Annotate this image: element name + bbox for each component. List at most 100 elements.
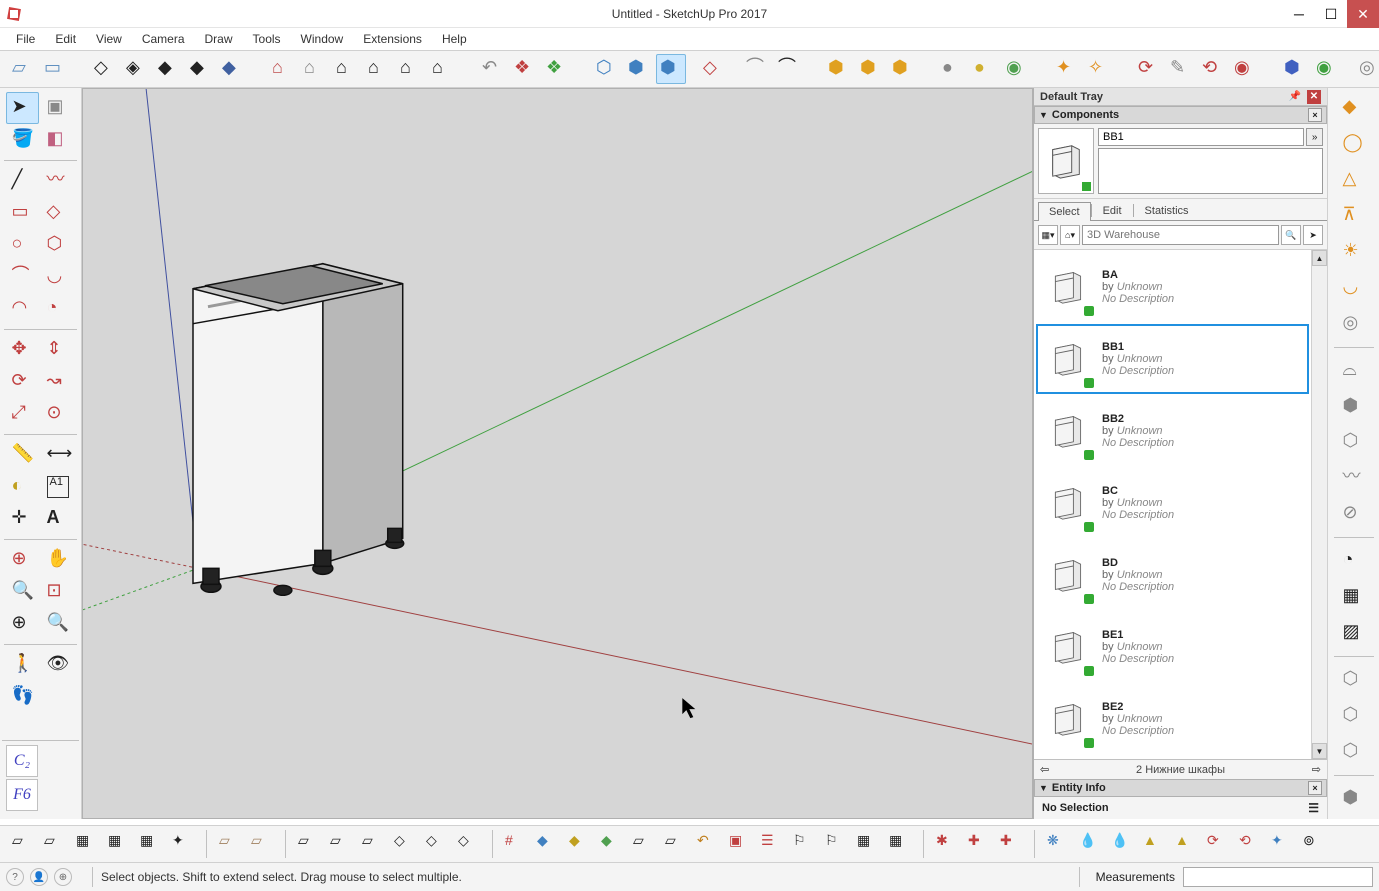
rectangle-tool-icon[interactable]: ▭ [6, 197, 39, 229]
bt-22-icon[interactable]: ▣ [725, 829, 755, 859]
bt-34-icon[interactable]: ▲ [1139, 829, 1169, 859]
bt-9-icon[interactable]: ▱ [294, 829, 324, 859]
bt-4-icon[interactable]: ▦ [104, 829, 134, 859]
circle-green-icon[interactable]: ◉ [1312, 54, 1342, 84]
arc-black-icon[interactable]: ⌒ [774, 54, 804, 84]
arc-tool-icon[interactable]: ⌒ [6, 261, 39, 293]
refresh-red-2-icon[interactable]: ⟲ [1198, 54, 1228, 84]
viewport-3d[interactable] [82, 88, 1033, 819]
menu-extensions[interactable]: Extensions [353, 30, 432, 48]
component-tool-icon[interactable]: ▣ [41, 92, 74, 124]
axes-tool-icon[interactable]: ✛ [6, 503, 39, 535]
bt-2-icon[interactable]: ▱ [40, 829, 70, 859]
refresh-red-icon[interactable]: ⟳ [1134, 54, 1164, 84]
house-outline-icon[interactable]: ⌂ [332, 54, 362, 84]
bt-24-icon[interactable]: ⚐ [789, 829, 819, 859]
rt-last-icon[interactable]: ⬢ [1337, 783, 1371, 815]
spark-1-icon[interactable]: ✦ [1052, 54, 1082, 84]
sphere-gray-icon[interactable]: ● [938, 54, 968, 84]
component-name-input[interactable] [1098, 128, 1304, 146]
menu-draw[interactable]: Draw [195, 30, 243, 48]
zoom-window-tool-icon[interactable]: ⊡ [41, 576, 74, 608]
rt-obj1-icon[interactable]: ⌓ [1337, 355, 1371, 387]
list-item[interactable]: BC by Unknown No Description [1036, 468, 1309, 538]
rt-bowl-icon[interactable]: ◡ [1337, 272, 1371, 304]
list-item[interactable]: BB1 by Unknown No Description [1036, 324, 1309, 394]
entity-menu-icon[interactable]: ☰ [1308, 801, 1319, 815]
house-red-icon[interactable]: ⌂ [268, 54, 298, 84]
search-icon[interactable]: 🔍 [1281, 225, 1301, 245]
bt-31-icon[interactable]: ❋ [1043, 829, 1073, 859]
rt-box2-icon[interactable]: ⬡ [1337, 700, 1371, 732]
bt-15-icon[interactable]: # [501, 829, 531, 859]
view-monochrome-icon[interactable]: ◆ [218, 54, 248, 84]
menu-tools[interactable]: Tools [243, 30, 291, 48]
circle-tool-icon[interactable]: ○ [6, 229, 39, 261]
component-red-icon[interactable]: ❖ [510, 54, 540, 84]
rt-sel3-icon[interactable]: ▨ [1337, 617, 1371, 649]
bt-1-icon[interactable]: ▱ [8, 829, 38, 859]
zoom-extents-tool-icon[interactable]: ⊕ [6, 608, 39, 640]
scroll-down-icon[interactable]: ▼ [1312, 743, 1327, 759]
open-file-icon[interactable]: ▭ [40, 54, 70, 84]
rt-sel2-icon[interactable]: ▦ [1337, 581, 1371, 613]
plugin-c2-icon[interactable]: C₂ [6, 745, 38, 777]
view-iso-icon[interactable]: ◇ [90, 54, 120, 84]
bt-29-icon[interactable]: ✚ [964, 829, 994, 859]
list-item[interactable]: BE1 by Unknown No Description [1036, 612, 1309, 682]
bt-10-icon[interactable]: ▱ [326, 829, 356, 859]
spark-2-icon[interactable]: ✧ [1084, 54, 1114, 84]
list-item[interactable]: BD by Unknown No Description [1036, 540, 1309, 610]
bt-33-icon[interactable]: 💧 [1107, 829, 1137, 859]
scale-tool-icon[interactable]: ⤢ [6, 398, 39, 430]
tab-statistics[interactable]: Statistics [1134, 201, 1200, 220]
view-wireframe-icon[interactable]: ◈ [122, 54, 152, 84]
bt-23-icon[interactable]: ☰ [757, 829, 787, 859]
pushpull-tool-icon[interactable]: ⇕ [41, 334, 74, 366]
ruby-icon[interactable]: ◇ [702, 54, 726, 84]
pin-icon[interactable]: 📌 [1287, 91, 1303, 102]
polygon-tool-icon[interactable]: ⬡ [41, 229, 74, 261]
rt-donut-icon[interactable]: ◎ [1337, 308, 1371, 340]
rt-diamond-icon[interactable]: ◆ [1337, 92, 1371, 124]
offset-tool-icon[interactable]: ⊙ [41, 398, 74, 430]
cube-solid-icon[interactable]: ⬢ [624, 54, 654, 84]
bt-25-icon[interactable]: ⚐ [821, 829, 851, 859]
bt-27-icon[interactable]: ▦ [885, 829, 915, 859]
bt-3-icon[interactable]: ▦ [72, 829, 102, 859]
components-panel-header[interactable]: ▼ Components × [1034, 106, 1327, 124]
bt-7-icon[interactable]: ▱ [215, 829, 245, 859]
sphere-green-icon[interactable]: ◉ [1002, 54, 1032, 84]
box-yellow-3-icon[interactable]: ⬢ [888, 54, 918, 84]
minimize-button[interactable]: ─ [1283, 0, 1315, 28]
house-gray-icon[interactable]: ⌂ [300, 54, 330, 84]
rt-obj2-icon[interactable]: ⬢ [1337, 391, 1371, 423]
box-blue-icon[interactable]: ⬢ [1280, 54, 1310, 84]
rt-sel1-icon[interactable]: ◔ [1337, 545, 1371, 577]
arc2-tool-icon[interactable]: ◡ [41, 261, 74, 293]
new-file-icon[interactable]: ▱ [8, 54, 38, 84]
section-tool-icon[interactable]: 👣 [6, 681, 39, 713]
view-textured-icon[interactable]: ◆ [186, 54, 216, 84]
nav-back-icon[interactable]: ⇦ [1040, 763, 1049, 776]
edit-icon[interactable]: ✎ [1166, 54, 1196, 84]
bt-32-icon[interactable]: 💧 [1075, 829, 1105, 859]
bt-17-icon[interactable]: ◆ [565, 829, 595, 859]
search-input[interactable] [1082, 225, 1279, 245]
cube-active-icon[interactable]: ⬢ [656, 54, 686, 84]
rt-sun-icon[interactable]: ☀ [1337, 236, 1371, 268]
component-green-icon[interactable]: ❖ [542, 54, 572, 84]
rt-obj3-icon[interactable]: ⬡ [1337, 427, 1371, 459]
bt-21-icon[interactable]: ↶ [693, 829, 723, 859]
rt-circle-icon[interactable]: ◯ [1337, 128, 1371, 160]
bt-37-icon[interactable]: ⟲ [1235, 829, 1265, 859]
arc3-tool-icon[interactable]: ◠ [6, 293, 39, 325]
status-help-icon[interactable]: ? [6, 868, 24, 886]
menu-help[interactable]: Help [432, 30, 477, 48]
rt-cone-icon[interactable]: △ [1337, 164, 1371, 196]
model-icon[interactable]: ▦▾ [1038, 225, 1058, 245]
scroll-up-icon[interactable]: ▲ [1312, 250, 1327, 266]
entity-info-close-icon[interactable]: × [1308, 781, 1322, 795]
bt-16-icon[interactable]: ◆ [533, 829, 563, 859]
cube-outline-icon[interactable]: ⬡ [592, 54, 622, 84]
